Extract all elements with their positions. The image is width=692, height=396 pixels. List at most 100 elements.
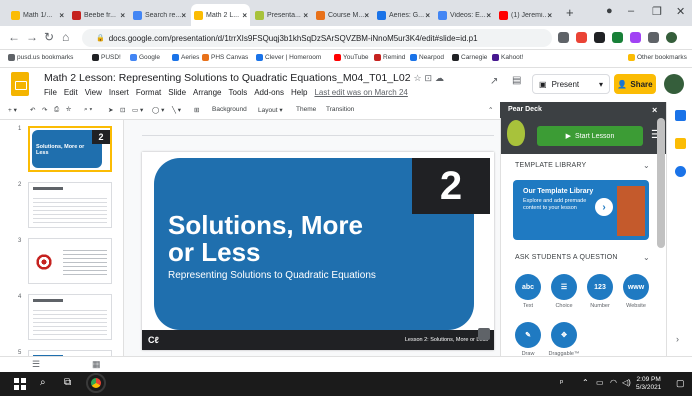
extension-icon[interactable] xyxy=(594,32,605,43)
shape-icon[interactable]: ◯ ▾ xyxy=(152,106,164,114)
other-bookmarks[interactable]: Other bookmarks xyxy=(628,54,687,61)
windows-start-icon[interactable] xyxy=(14,378,26,390)
bookmark-item[interactable]: Clever | Homeroom xyxy=(256,54,321,61)
undo-icon[interactable]: ↶ xyxy=(30,106,35,114)
extension-icon[interactable] xyxy=(612,32,623,43)
chevron-right-icon[interactable]: › xyxy=(595,198,613,216)
reload-icon[interactable]: ↻ xyxy=(44,30,54,44)
browser-tab[interactable]: Presenta... × xyxy=(252,4,311,26)
keep-icon[interactable] xyxy=(675,138,686,149)
home-icon[interactable]: ⌂ xyxy=(62,30,69,44)
close-tab-icon[interactable]: × xyxy=(181,11,186,20)
question-type-button[interactable]: www xyxy=(623,274,649,300)
line-icon[interactable]: ╲ ▾ xyxy=(172,106,181,114)
new-slide-icon[interactable]: + ▾ xyxy=(8,106,17,114)
close-tab-icon[interactable]: × xyxy=(303,11,308,20)
chrome-taskbar-icon[interactable] xyxy=(86,373,106,393)
search-icon[interactable]: ⌕ xyxy=(40,377,46,388)
close-window-icon[interactable]: ✕ xyxy=(676,5,685,18)
browser-tab[interactable]: Math 1/... × xyxy=(8,4,67,26)
extensions-puzzle-icon[interactable] xyxy=(648,32,659,43)
paint-format-icon[interactable]: ⛥ xyxy=(66,106,71,114)
template-library-heading[interactable]: TEMPLATE LIBRARY xyxy=(515,162,586,169)
minimize-icon[interactable]: – xyxy=(628,5,634,17)
menu-item[interactable]: Help xyxy=(291,88,307,97)
chevron-down-icon[interactable]: ⌄ xyxy=(643,161,650,170)
bookmark-item[interactable]: Remind xyxy=(374,54,405,61)
share-button[interactable]: 👤 Share xyxy=(614,74,656,94)
bookmark-item[interactable]: pusd.us bookmarks xyxy=(8,54,73,61)
extension-icon[interactable] xyxy=(630,32,641,43)
close-tab-icon[interactable]: × xyxy=(120,11,125,20)
back-icon[interactable]: ← xyxy=(8,30,20,44)
bookmark-item[interactable]: Nearpod xyxy=(410,54,444,61)
url-bar[interactable]: 🔒 docs.google.com/presentation/d/1trrXIs… xyxy=(82,29,552,47)
menu-item[interactable]: Add-ons xyxy=(254,88,284,97)
present-button[interactable]: ▣ Present ▾ xyxy=(532,74,610,94)
close-tab-icon[interactable]: × xyxy=(486,11,491,20)
profile-icon[interactable]: ● xyxy=(606,5,613,17)
browser-tab[interactable]: Search re... × xyxy=(130,4,189,26)
move-folder-icon[interactable]: ⊡ xyxy=(425,73,433,83)
browser-tab[interactable]: Math 2 L... × xyxy=(191,4,250,26)
question-type-button[interactable]: ✎ xyxy=(515,322,541,348)
chevron-down-icon[interactable]: ▾ xyxy=(599,80,603,89)
notifications-icon[interactable]: ▢ xyxy=(676,378,685,389)
calendar-icon[interactable] xyxy=(675,110,686,121)
tasks-icon[interactable] xyxy=(675,166,686,177)
close-tab-icon[interactable]: × xyxy=(242,11,247,20)
image-icon[interactable]: ▭ ▾ xyxy=(132,106,143,114)
menu-item[interactable]: Slide xyxy=(168,88,186,97)
close-icon[interactable]: × xyxy=(652,105,657,115)
bookmark-item[interactable]: Carnegie xyxy=(452,54,487,61)
chevron-right-icon[interactable]: › xyxy=(676,334,679,344)
comments-icon[interactable]: ▤ xyxy=(512,75,521,86)
explore-icon[interactable] xyxy=(478,328,490,340)
maximize-icon[interactable]: ❐ xyxy=(652,5,662,18)
print-icon[interactable]: ⎙ xyxy=(54,106,59,114)
slide-thumbnail[interactable] xyxy=(28,238,112,284)
slide-title[interactable]: Solutions, More or Less xyxy=(168,212,428,266)
collapse-toolbar-icon[interactable]: ⌃ xyxy=(488,106,493,114)
select-cursor-icon[interactable]: ➤ xyxy=(108,106,113,114)
slide-thumbnail[interactable] xyxy=(28,182,112,228)
redo-icon[interactable]: ↷ xyxy=(42,106,47,114)
chevron-down-icon[interactable]: ⌄ xyxy=(643,253,650,262)
last-edit-link[interactable]: Last edit was on March 24 xyxy=(314,88,407,97)
slide-thumbnail[interactable]: 2 Solutions, More or Less xyxy=(28,126,112,172)
scrollbar[interactable] xyxy=(657,118,665,248)
document-title[interactable]: Math 2 Lesson: Representing Solutions to… xyxy=(44,72,444,84)
question-type-button[interactable]: ☰ xyxy=(551,274,577,300)
close-tab-icon[interactable]: × xyxy=(547,11,552,20)
zoom-icon[interactable]: ⌕ ▾ xyxy=(84,106,92,114)
extension-icon[interactable] xyxy=(576,32,587,43)
menu-item[interactable]: File xyxy=(44,88,57,97)
list-view-icon[interactable]: ☰ xyxy=(32,359,40,370)
new-tab-button[interactable]: + xyxy=(566,5,574,20)
bookmark-item[interactable]: Google xyxy=(130,54,160,61)
wifi-icon[interactable]: ◠ xyxy=(610,378,617,387)
question-type-button[interactable]: abc xyxy=(515,274,541,300)
template-library-card[interactable]: Our Template Library Explore and add pre… xyxy=(513,180,649,240)
bookmark-item[interactable]: Kahoot! xyxy=(492,54,523,61)
browser-tab[interactable]: Aeries: G... × xyxy=(374,4,433,26)
close-tab-icon[interactable]: × xyxy=(425,11,430,20)
menu-item[interactable]: Arrange xyxy=(193,88,221,97)
forward-icon[interactable]: → xyxy=(26,30,38,44)
battery-icon[interactable]: ▭ xyxy=(596,378,604,387)
layout-button[interactable]: Layout ▾ xyxy=(258,106,283,114)
menu-item[interactable]: View xyxy=(85,88,102,97)
avatar[interactable] xyxy=(664,74,684,94)
menu-item[interactable]: Insert xyxy=(109,88,129,97)
bookmark-item[interactable]: PUSD! xyxy=(92,54,121,61)
background-button[interactable]: Background xyxy=(212,106,247,113)
browser-tab[interactable]: (1) Jeremi... × xyxy=(496,4,555,26)
ask-students-heading[interactable]: ASK STUDENTS A QUESTION xyxy=(515,254,618,261)
browser-tab[interactable]: Course M... × xyxy=(313,4,372,26)
taskbar-clock[interactable]: 2:09 PM 5/3/2021 xyxy=(636,376,661,392)
question-type-button[interactable]: 123 xyxy=(587,274,613,300)
grid-view-icon[interactable]: ▦ xyxy=(92,359,101,370)
activity-dashboard-icon[interactable]: ↗ xyxy=(490,76,498,87)
menu-item[interactable]: Tools xyxy=(229,88,248,97)
people-icon[interactable]: ᵖ xyxy=(560,378,563,387)
